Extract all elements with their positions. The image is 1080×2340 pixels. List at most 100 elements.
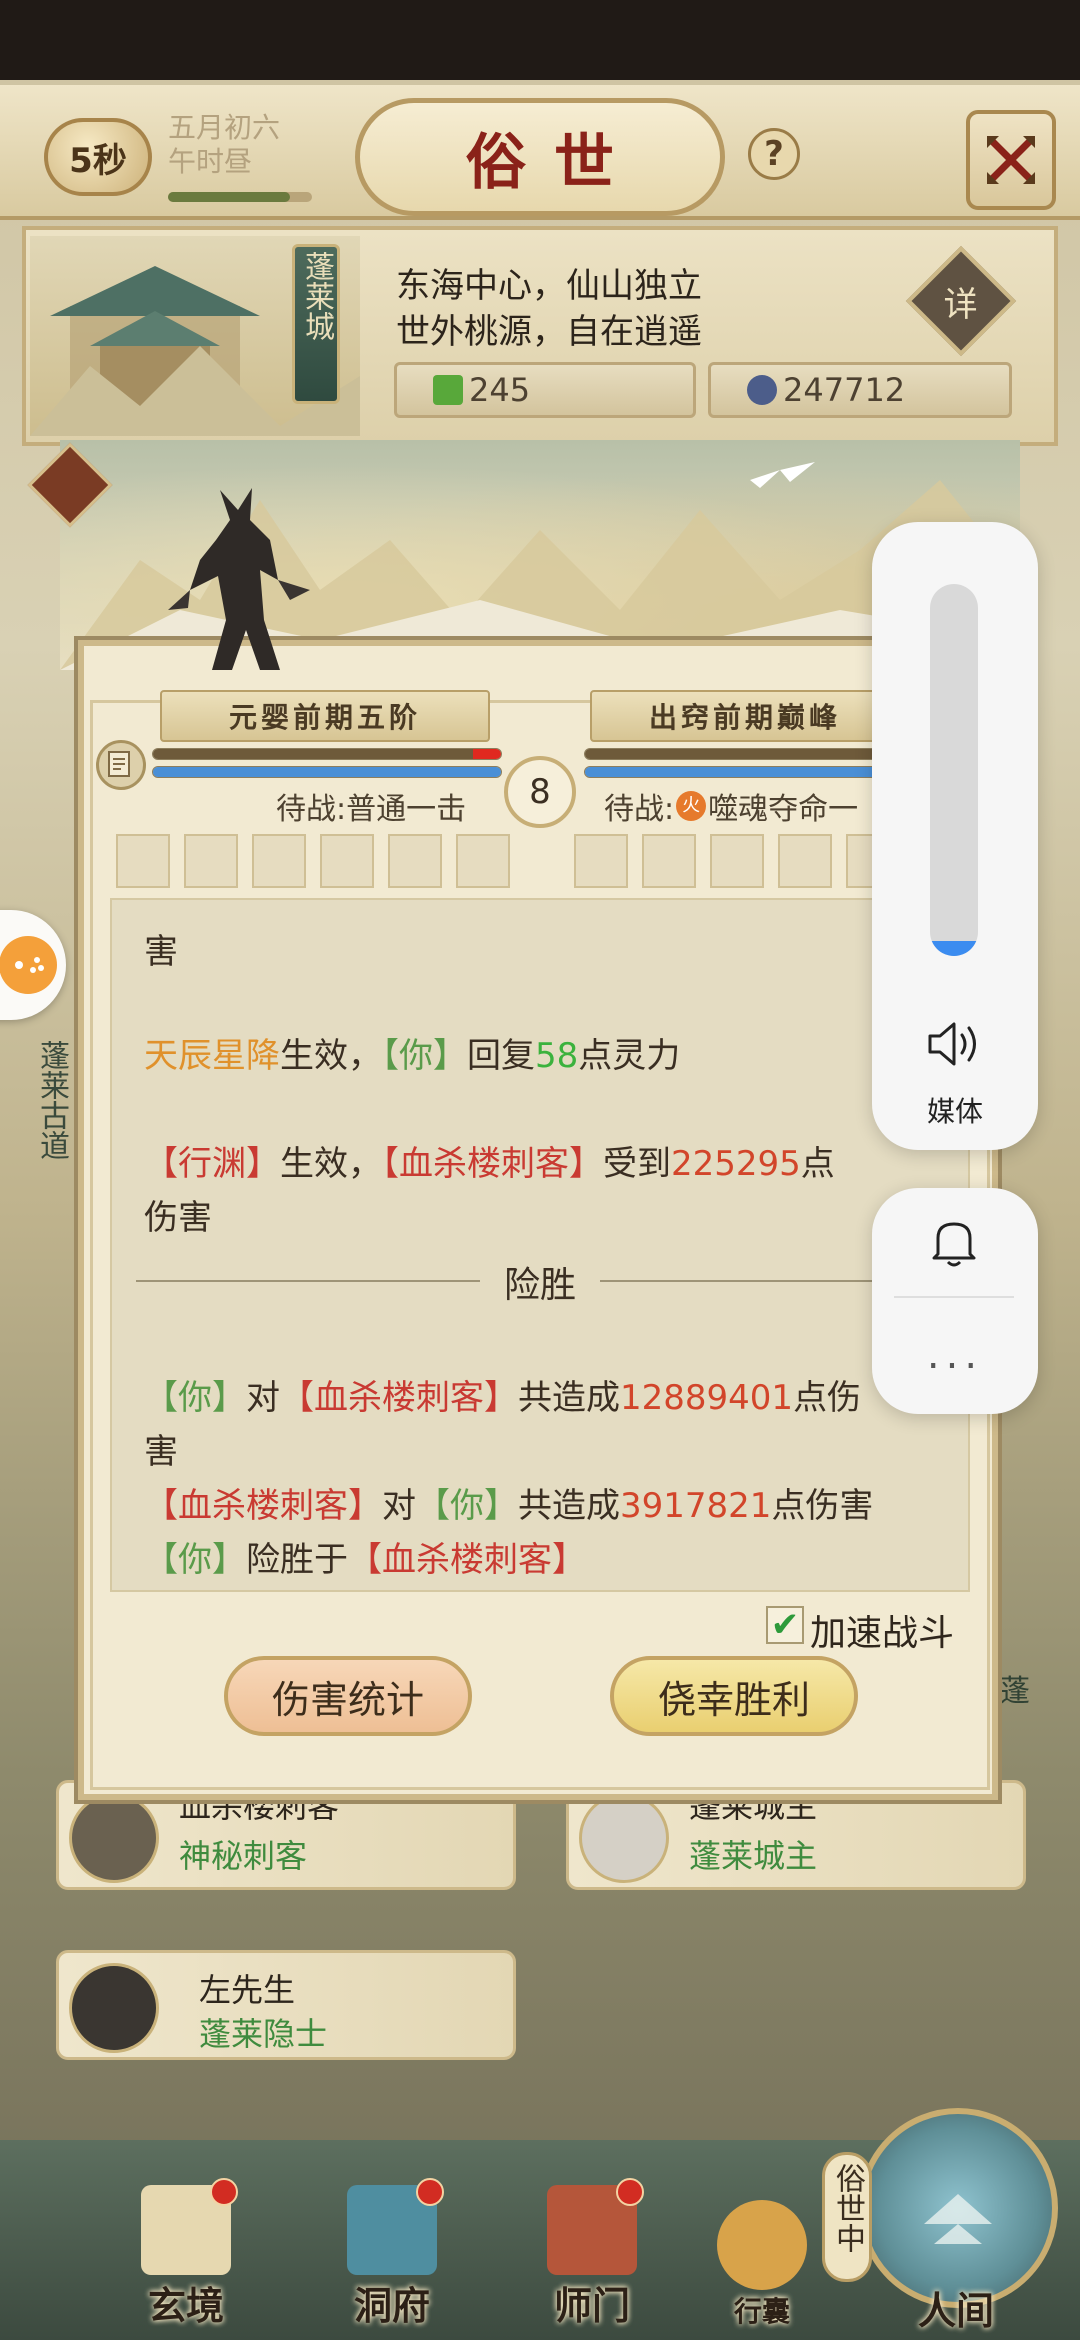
npc-role: 蓬莱隐士 [199,2015,328,2053]
log-number: 3917821 [620,1486,772,1526]
enemy-pending-action: 待战: 火 噬魂夺命一 [604,784,858,828]
result-divider-label: 险胜 [503,1265,576,1306]
log-enemy-tag: 【血杀楼刺客】 [280,1378,518,1418]
jade-icon [433,375,463,405]
coin-amount: 247712 [783,371,906,409]
player-mp-fill [153,767,501,777]
city-name-banner: 蓬莱城 [292,244,340,404]
damage-stats-button[interactable]: 伤害统计 [224,1656,472,1736]
page-title: 俗世 [466,127,642,198]
result-divider-line [136,1280,480,1282]
status-strip [0,0,1080,80]
nav-item-renjian[interactable] [858,2108,1058,2308]
player-skill-slot [388,834,442,888]
close-button[interactable] [966,110,1056,210]
log-number: 225295 [671,1144,801,1184]
log-line: 害 [144,1432,178,1472]
nav-item-dongfu[interactable]: 洞府 [322,2178,462,2330]
media-label: 媒体 [926,1095,983,1128]
log-text: 回复 [467,1036,535,1076]
location-description-line-1: 东海中心，仙山独立 [396,266,702,306]
round-counter: 8 [504,756,576,828]
speaker-icon[interactable] [924,1016,984,1072]
jade-resource: 245 [394,362,696,418]
log-text: 生效， [280,1144,382,1184]
enemy-wait-prefix: 待战: [604,792,675,827]
nav-label: 玄境 [147,2283,224,2328]
log-enemy-tag: 【血杀楼刺客】 [144,1486,382,1526]
fire-element-icon: 火 [676,791,707,821]
log-player-tag: 【你】 [382,1036,467,1076]
enemy-wait-skill: 噬魂夺命一 [708,792,859,827]
log-text: 共造成 [518,1486,620,1526]
bag-icon [717,2200,807,2290]
player-skill-slot [320,834,374,888]
coin-icon [747,375,777,405]
speed-up-checkbox[interactable]: ✔ [766,1606,804,1644]
detail-label: 详 [944,284,978,325]
media-volume-slider[interactable] [930,584,978,956]
close-icon [987,136,1035,184]
log-text: 对 [246,1378,280,1418]
log-player-tag: 【你】 [144,1540,246,1580]
gamepad-icon [0,936,57,994]
notification-dot [210,2178,238,2206]
time-period-text: 午时昼 [168,145,253,178]
enemy-realm-plate: 出窍前期巅峰 [590,690,900,742]
player-status-bars [152,748,502,782]
nav-item-xuanjing[interactable]: 玄境 [116,2178,256,2330]
log-text: 点 [800,1144,835,1184]
help-button[interactable]: ? [748,128,800,180]
victory-confirm-button[interactable]: 侥幸胜利 [610,1656,858,1736]
enemy-skill-slot [642,834,696,888]
jade-amount: 245 [469,371,531,409]
world-tag: 俗世中 [822,2152,872,2282]
log-line: 【血杀楼刺客】对【你】共造成3917821点伤害 [144,1478,873,1527]
log-enemy-tag: 【血杀楼刺客】 [348,1540,586,1580]
enemy-skill-slot [710,834,764,888]
timer-badge: 5秒 [44,118,152,196]
notification-dot [616,2178,644,2206]
log-line: 伤害 [144,1198,212,1238]
media-volume-fill [930,941,978,956]
npc-avatar [69,1963,159,2053]
speed-up-label: 加速战斗 [810,1613,955,1654]
pagoda-icon [924,2194,992,2244]
log-player-tag: 【你】 [144,1378,246,1418]
player-skill-slot [252,834,306,888]
notification-dot [416,2178,444,2206]
player-hp-fill [153,749,477,759]
right-edge-tag: 蓬 [1000,1674,1030,1709]
nav-item-shimen[interactable]: 师门 [522,2178,662,2330]
day-progress-fill [168,192,291,202]
player-mp-bar [152,766,502,778]
player-hp-bar [152,748,502,760]
ring-divider [894,1296,1014,1298]
log-text: 险胜于 [246,1540,348,1580]
bell-icon[interactable] [928,1214,980,1270]
demon-character-sprite [160,480,320,680]
log-line: 【你】对【血杀楼刺客】共造成12889401点伤 [144,1370,861,1419]
more-options-button[interactable]: ... [872,1330,1038,1380]
day-progress-bar [168,192,312,202]
log-text: 点伤 [793,1378,862,1418]
npc-avatar [579,1793,669,1883]
log-line: 【你】险胜于【血杀楼刺客】 [144,1532,586,1581]
log-skill-name: 天辰星降 [144,1036,280,1076]
nav-label: 洞府 [353,2283,430,2328]
enemy-skill-slot [778,834,832,888]
player-skill-slot [184,834,238,888]
log-text: 对 [382,1486,416,1526]
log-player-tag: 【你】 [416,1486,518,1526]
npc-name: 左先生 [199,1971,296,2009]
log-number: 58 [535,1036,579,1076]
npc-card[interactable]: 左先生 蓬莱隐士 [56,1950,516,2060]
nav-label: 师门 [553,2283,630,2328]
nav-item-xingnang[interactable]: 行囊 [692,2180,832,2330]
nav-label: 行囊 [733,2295,790,2328]
battle-log-icon[interactable] [96,740,146,790]
coin-resource: 247712 [708,362,1012,418]
log-line: 害 [144,932,178,972]
title-plaque: 俗世 [355,98,725,216]
log-number: 12889401 [620,1378,794,1418]
